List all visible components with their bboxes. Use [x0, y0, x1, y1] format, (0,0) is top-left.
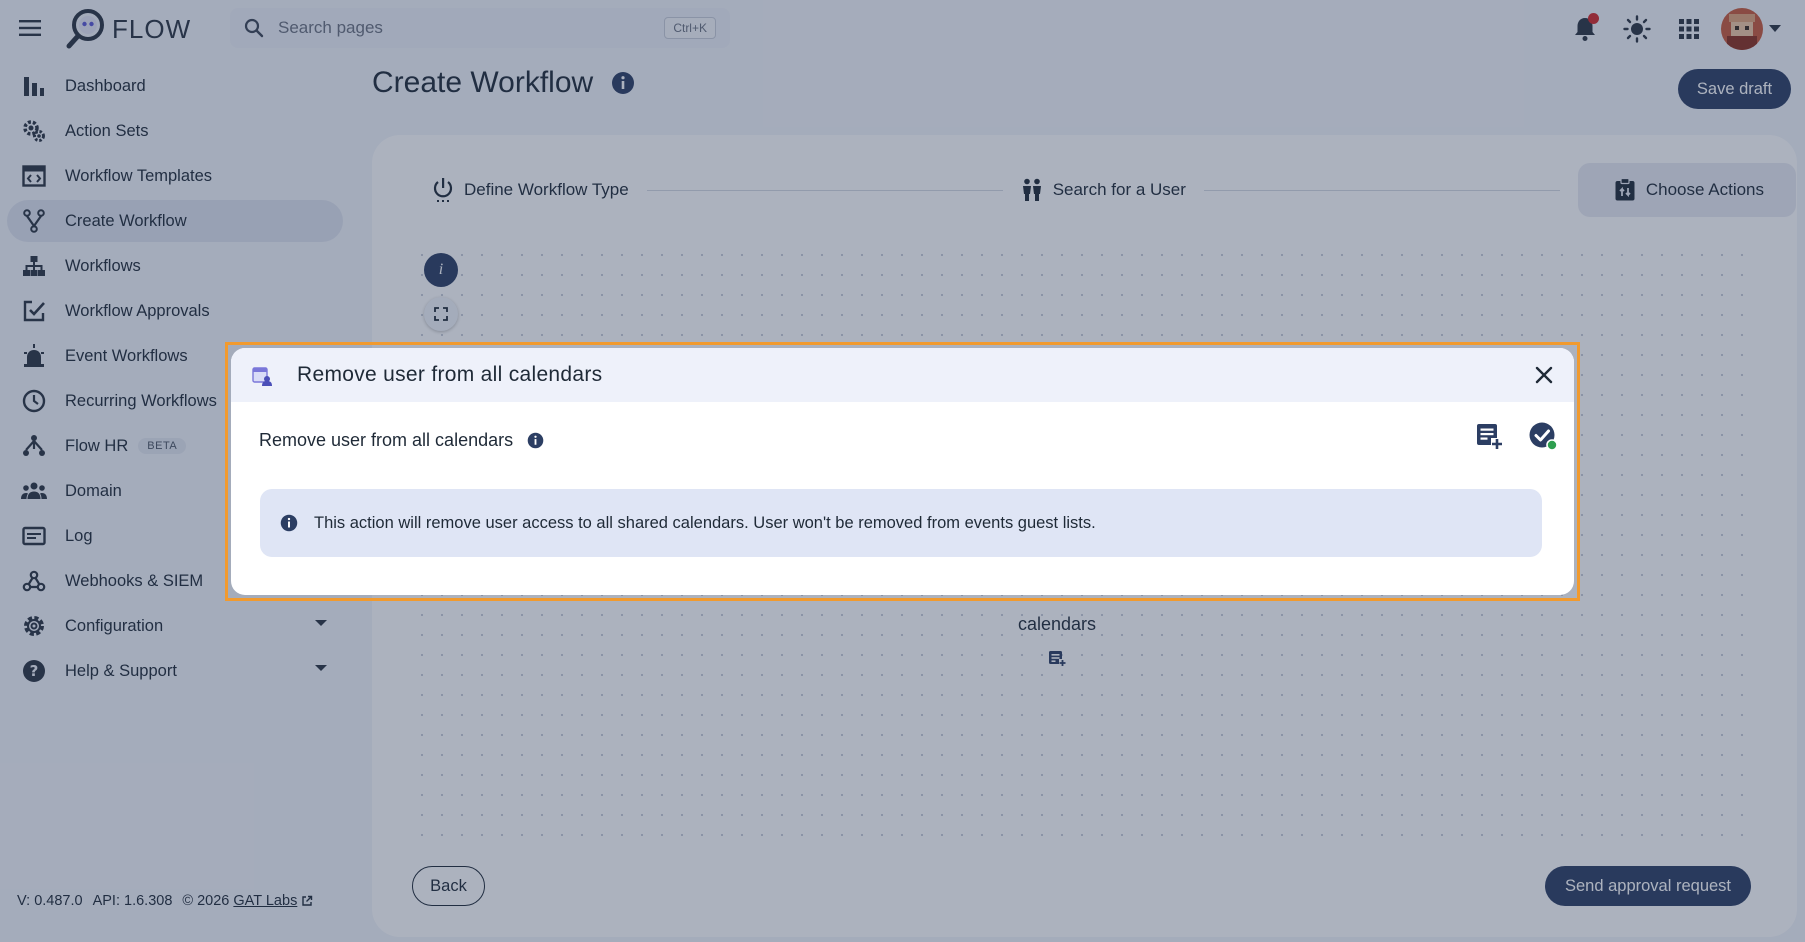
info-icon[interactable] [527, 432, 544, 449]
info-icon [280, 514, 298, 532]
dialog-highlight-frame: Remove user from all calendars Remove us… [225, 342, 1580, 601]
alert-message: This action will remove user access to a… [314, 513, 1096, 532]
dialog-title: Remove user from all calendars [297, 363, 603, 386]
calendar-user-icon [252, 367, 272, 386]
add-note-button[interactable] [1473, 420, 1505, 452]
check-circle-icon [1529, 422, 1558, 451]
close-icon[interactable] [1530, 361, 1558, 389]
action-dialog: Remove user from all calendars Remove us… [231, 348, 1574, 595]
action-row: Remove user from all calendars [259, 420, 1559, 460]
add-note-icon [1477, 424, 1503, 450]
info-alert: This action will remove user access to a… [260, 489, 1542, 557]
action-name: Remove user from all calendars [259, 429, 514, 450]
action-status-button[interactable] [1527, 420, 1559, 452]
dialog-header: Remove user from all calendars [231, 348, 1574, 402]
